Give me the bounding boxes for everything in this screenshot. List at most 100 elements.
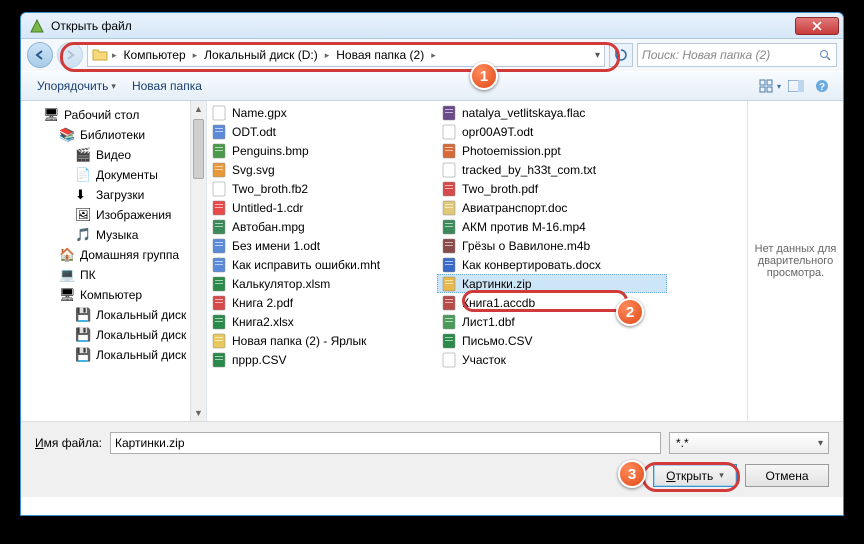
file-item[interactable]: Калькулятор.xlsm <box>207 274 437 293</box>
view-button[interactable]: ▾ <box>757 75 783 97</box>
annotation-badge-1: 1 <box>470 62 498 90</box>
tree-item[interactable]: 📄Документы <box>21 165 206 185</box>
gen-icon <box>441 352 457 368</box>
file-item[interactable]: Картинки.zip <box>437 274 667 293</box>
mht-icon <box>211 257 227 273</box>
address-bar[interactable]: ▸ Компьютер ▸ Локальный диск (D:) ▸ Нова… <box>87 43 605 67</box>
pdf-icon <box>211 295 227 311</box>
doc-icon <box>441 200 457 216</box>
breadcrumb-0[interactable]: Компьютер <box>121 46 189 64</box>
bmp-icon <box>211 143 227 159</box>
cancel-button[interactable]: Отмена <box>745 464 829 487</box>
footer: Имя файла: *.* Открыть▾ Отмена <box>21 421 843 497</box>
close-button[interactable] <box>795 17 839 35</box>
search-placeholder: Поиск: Новая папка (2) <box>642 48 815 62</box>
content-area: 🖥Рабочий стол📚Библиотеки🎬Видео📄Документы… <box>21 101 843 421</box>
docx-icon <box>441 257 457 273</box>
cdr-icon <box>211 200 227 216</box>
file-item[interactable]: Авиатранспорт.doc <box>437 198 667 217</box>
file-item[interactable]: Грёзы о Вавилоне.m4b <box>437 236 667 255</box>
down-icon: ⬇ <box>75 187 91 203</box>
home-icon: 🏠 <box>59 247 75 263</box>
app-icon <box>29 18 45 34</box>
file-item[interactable]: АКМ против М-16.mp4 <box>437 217 667 236</box>
organize-button[interactable]: Упорядочить▾ <box>29 75 124 97</box>
file-item[interactable]: opr00A9T.odt <box>437 122 667 141</box>
mp4-icon <box>441 219 457 235</box>
file-item[interactable]: Автобан.mpg <box>207 217 437 236</box>
new-folder-button[interactable]: Новая папка <box>124 75 210 97</box>
lnk-icon <box>211 333 227 349</box>
preview-pane-button[interactable] <box>783 75 809 97</box>
open-button[interactable]: Открыть▾ <box>653 464 737 487</box>
file-item[interactable]: Книга 2.pdf <box>207 293 437 312</box>
file-item[interactable]: Письмо.CSV <box>437 331 667 350</box>
filename-input[interactable] <box>110 432 661 454</box>
file-item[interactable]: Photoemission.ppt <box>437 141 667 160</box>
pdf-icon <box>441 181 457 197</box>
pic-icon: 🖼 <box>75 207 91 223</box>
csv-icon <box>441 333 457 349</box>
file-item[interactable]: Без имени 1.odt <box>207 236 437 255</box>
forward-button[interactable] <box>57 42 83 68</box>
txt-icon <box>441 124 457 140</box>
file-open-dialog: Открыть файл ▸ Компьютер ▸ Локальный дис… <box>20 12 844 516</box>
file-item[interactable]: Two_broth.fb2 <box>207 179 437 198</box>
file-item[interactable]: пррр.CSV <box>207 350 437 369</box>
svg-text:?: ? <box>819 82 825 93</box>
tree-item[interactable]: 🖼Изображения <box>21 205 206 225</box>
odt-icon <box>211 238 227 254</box>
file-item[interactable]: Name.gpx <box>207 103 437 122</box>
tree-item[interactable]: 🏠Домашняя группа <box>21 245 206 265</box>
folder-icon <box>92 47 108 63</box>
refresh-button[interactable] <box>609 43 633 67</box>
gpx-icon <box>211 105 227 121</box>
tree-item[interactable]: 💾Локальный диск <box>21 325 206 345</box>
tree-item[interactable]: 🎬Видео <box>21 145 206 165</box>
file-item[interactable]: Книга2.xlsx <box>207 312 437 331</box>
file-item[interactable]: Untitled-1.cdr <box>207 198 437 217</box>
file-list: Name.gpxODT.odtPenguins.bmpSvg.svgTwo_br… <box>207 101 747 421</box>
tree-item[interactable]: 💾Локальный диск <box>21 305 206 325</box>
file-item[interactable]: Two_broth.pdf <box>437 179 667 198</box>
back-button[interactable] <box>27 42 53 68</box>
fb2-icon <box>211 181 227 197</box>
toolbar: Упорядочить▾ Новая папка ▾ ? <box>21 71 843 101</box>
tree-item[interactable]: 🖥Компьютер <box>21 285 206 305</box>
nav-row: ▸ Компьютер ▸ Локальный диск (D:) ▸ Нова… <box>21 39 843 71</box>
xlsm-icon <box>211 276 227 292</box>
breadcrumb-2[interactable]: Новая папка (2) <box>333 46 427 64</box>
file-item[interactable]: Как исправить ошибки.mht <box>207 255 437 274</box>
ppt-icon <box>441 143 457 159</box>
tree-item[interactable]: 💻ПК <box>21 265 206 285</box>
drive-icon: 💾 <box>75 307 91 323</box>
drive-icon: 💾 <box>75 347 91 363</box>
csv-icon <box>211 352 227 368</box>
tree-item[interactable]: ⬇Загрузки <box>21 185 206 205</box>
file-item[interactable]: Участок <box>437 350 667 369</box>
preview-pane: Нет данных для дварительного просмотра. <box>747 101 843 421</box>
file-item[interactable]: Svg.svg <box>207 160 437 179</box>
file-item[interactable]: natalya_vetlitskaya.flac <box>437 103 667 122</box>
search-icon <box>819 49 832 62</box>
video-icon: 🎬 <box>75 147 91 163</box>
mpg-icon <box>211 219 227 235</box>
tree-item[interactable]: 📚Библиотеки <box>21 125 206 145</box>
tree-item[interactable]: 🎵Музыка <box>21 225 206 245</box>
breadcrumb-1[interactable]: Локальный диск (D:) <box>201 46 321 64</box>
file-item[interactable]: Как конвертировать.docx <box>437 255 667 274</box>
annotation-badge-3: 3 <box>618 460 646 488</box>
dbf-icon <box>441 314 457 330</box>
tree-scrollbar[interactable]: ▲▼ <box>190 101 206 421</box>
file-item[interactable]: Новая папка (2) - Ярлык <box>207 331 437 350</box>
help-button[interactable]: ? <box>809 75 835 97</box>
file-filter[interactable]: *.* <box>669 432 829 454</box>
file-item[interactable]: Penguins.bmp <box>207 141 437 160</box>
tree-item[interactable]: 💾Локальный диск <box>21 345 206 365</box>
desktop-icon: 🖥 <box>43 107 59 123</box>
file-item[interactable]: tracked_by_h33t_com.txt <box>437 160 667 179</box>
flac-icon <box>441 105 457 121</box>
file-item[interactable]: ODT.odt <box>207 122 437 141</box>
search-box[interactable]: Поиск: Новая папка (2) <box>637 43 837 67</box>
tree-item[interactable]: 🖥Рабочий стол <box>21 105 206 125</box>
